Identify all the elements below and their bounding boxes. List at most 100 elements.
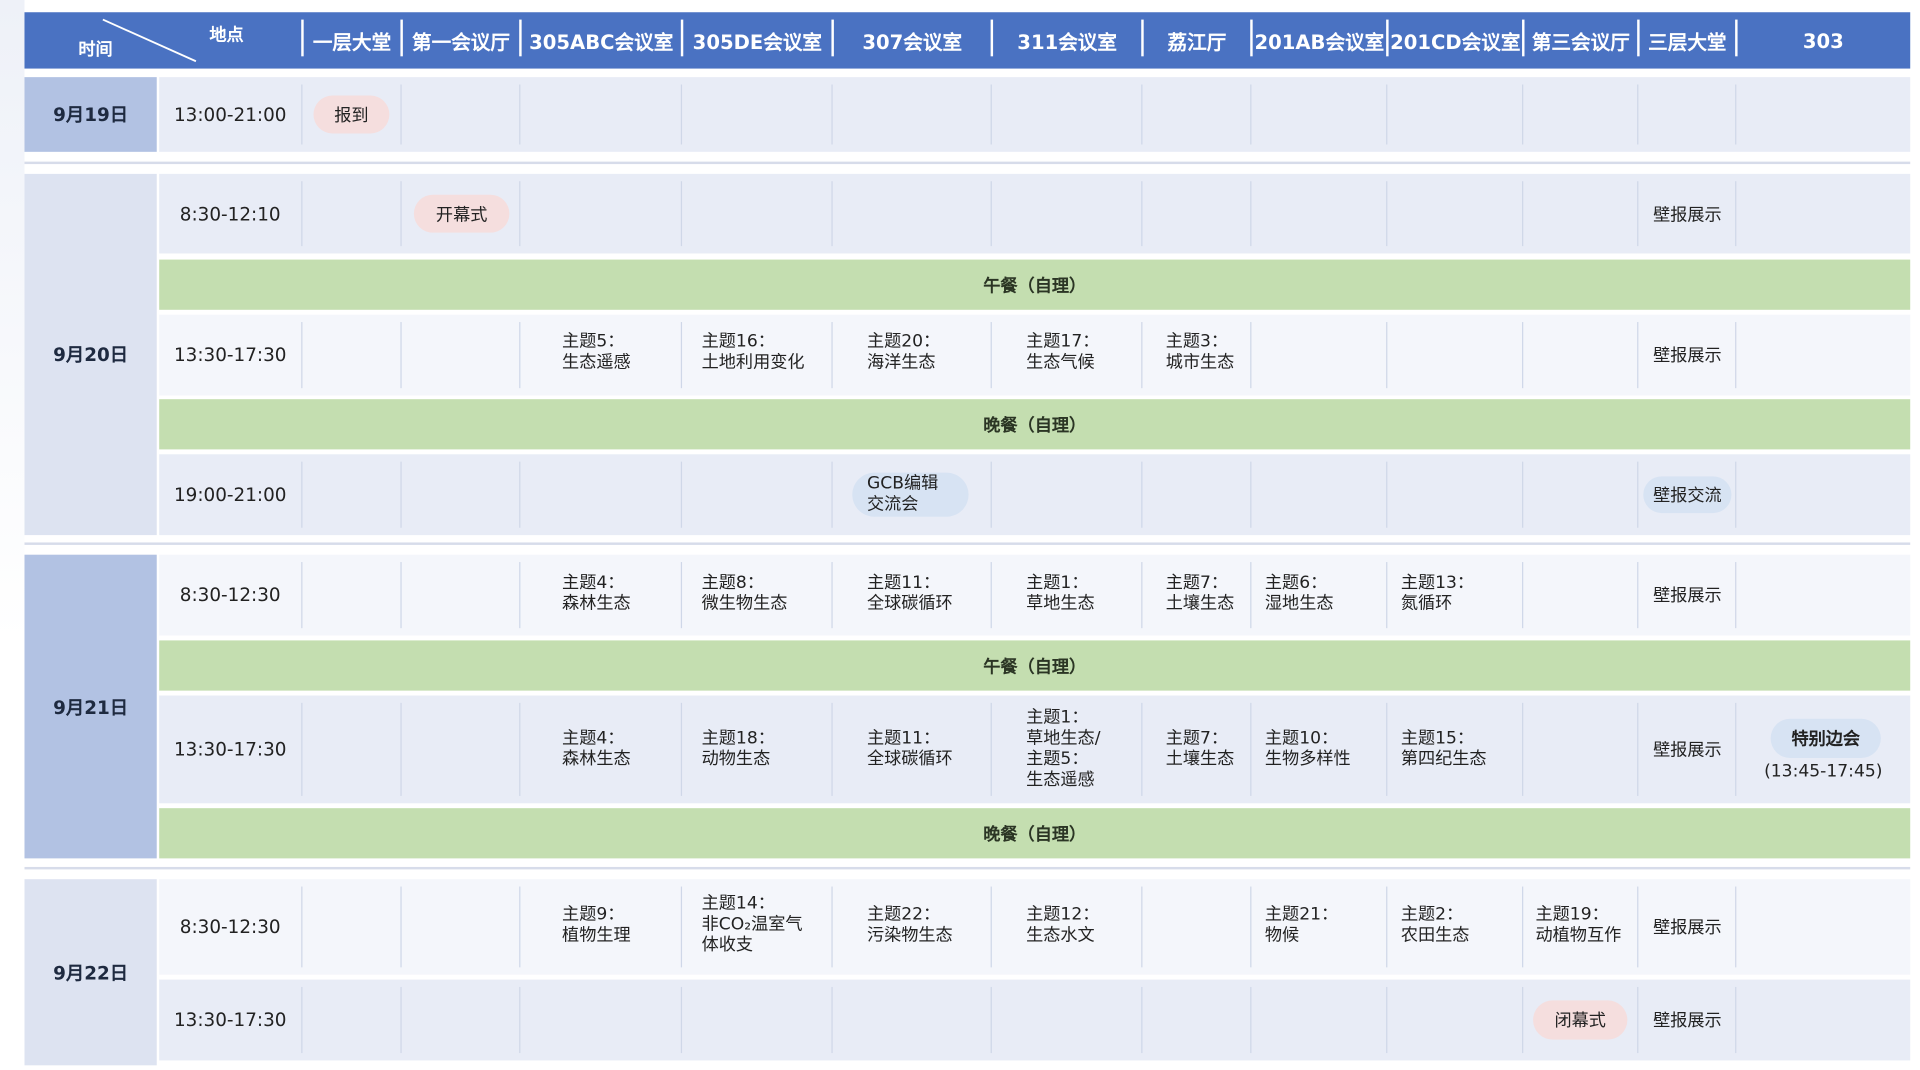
cell-divider: [831, 986, 833, 1054]
cell-divider: [680, 562, 683, 629]
cell-divider: [1141, 322, 1143, 389]
day-divider: [24, 161, 1911, 165]
date-0922: 9月22日: [24, 879, 157, 1066]
cell-divider: [301, 562, 303, 629]
header-separator: [1522, 19, 1525, 57]
time-slot: 8:30-12:10: [179, 202, 281, 225]
poster-display: 壁报展示: [1653, 740, 1722, 761]
session-label: 主题11： 全球碳循环: [866, 728, 953, 769]
header-time-label: 时间: [78, 40, 113, 61]
col-header-305de: 305DE会议室: [692, 30, 823, 54]
date-0920: 9月20日: [24, 173, 157, 536]
col-header-hall-1: 第一会议厅: [412, 30, 511, 54]
cell-divider: [301, 322, 303, 389]
cell-divider: [519, 986, 521, 1054]
cell-divider: [400, 562, 402, 629]
poster-display: 壁报展示: [1653, 586, 1722, 607]
cell-divider: [1522, 562, 1524, 629]
col-header-311: 311会议室: [1017, 30, 1117, 54]
cell-divider: [519, 84, 521, 145]
cell-divider: [1250, 84, 1252, 145]
date-0919: 9月19日: [24, 77, 157, 152]
cell-divider: [400, 322, 402, 389]
cell-divider: [1250, 986, 1252, 1054]
col-header-lijiang: 荔江厅: [1167, 30, 1227, 54]
cell-divider: [990, 562, 992, 629]
session-label: 主题13： 氮循环: [1400, 573, 1475, 614]
header-separator: [1735, 19, 1738, 57]
time-slot: 13:00-21:00: [173, 103, 287, 126]
header-separator: [1386, 19, 1389, 57]
day-divider: [24, 542, 1911, 545]
cell-divider: [301, 886, 303, 968]
cell-divider: [1386, 886, 1388, 968]
session-label: 主题1： 草地生态/主题5： 生态遥感: [1026, 707, 1101, 790]
cell-divider: [1386, 702, 1388, 796]
cell-divider: [1637, 461, 1639, 528]
cell-divider: [519, 322, 521, 389]
header-separator: [519, 19, 522, 57]
cell-divider: [1141, 562, 1143, 629]
registration-badge: 报到: [313, 95, 390, 134]
cell-divider: [1250, 886, 1252, 968]
row-0919: [159, 77, 1911, 152]
header-separator: [831, 19, 834, 57]
meal-dinner-0920: 晚餐（自理）: [159, 399, 1911, 450]
cell-divider: [1250, 461, 1252, 528]
col-header-307: 307会议室: [862, 30, 963, 54]
cell-divider: [680, 702, 683, 796]
cell-divider: [1250, 322, 1252, 389]
header-separator: [400, 19, 403, 57]
closing-ceremony-badge: 闭幕式: [1533, 1000, 1628, 1040]
cell-divider: [990, 84, 992, 145]
cell-divider: [1386, 322, 1388, 389]
cell-divider: [519, 886, 521, 968]
col-header-201cd: 201CD会议室: [1390, 30, 1521, 54]
schedule-table: 时间 地点 一层大堂 第一会议厅 305ABC会议室 305DE会议室 307会…: [0, 0, 1920, 1069]
cell-divider: [831, 562, 833, 629]
cell-divider: [1141, 702, 1143, 796]
col-header-303: 303: [1802, 28, 1844, 53]
time-slot: 8:30-12:30: [179, 584, 281, 607]
cell-divider: [990, 322, 992, 389]
cell-divider: [831, 84, 833, 145]
day-divider: [24, 866, 1911, 870]
cell-divider: [1522, 461, 1524, 528]
col-header-lobby-3f: 三层大堂: [1648, 30, 1727, 54]
session-label: 主题12： 生态水文: [1026, 904, 1100, 946]
session-label: 主题16： 土地利用变化: [701, 331, 805, 373]
cell-divider: [680, 986, 683, 1054]
gcb-editor-meeting-badge: GCB编辑 交流会: [852, 472, 969, 517]
header-separator: [1250, 19, 1253, 57]
cell-divider: [831, 181, 833, 247]
cell-divider: [1386, 84, 1388, 145]
time-slot: 8:30-12:30: [179, 915, 281, 938]
cell-divider: [1250, 181, 1252, 247]
special-side-meeting-badge: 特别边会: [1770, 718, 1881, 758]
cell-divider: [680, 461, 683, 528]
date-0921: 9月21日: [24, 554, 157, 859]
poster-display: 壁报展示: [1653, 346, 1722, 367]
cell-divider: [1522, 886, 1524, 968]
cell-divider: [831, 702, 833, 796]
cell-divider: [990, 181, 992, 247]
session-label: 主题4： 森林生态: [562, 728, 631, 769]
gcb-line-2: 交流会: [866, 494, 919, 515]
cell-divider: [1522, 84, 1524, 145]
cell-divider: [831, 886, 833, 968]
cell-divider: [1141, 84, 1143, 145]
session-label: 主题15： 第四纪生态: [1400, 728, 1487, 769]
cell-divider: [1141, 181, 1143, 247]
cell-divider: [680, 886, 683, 968]
background-decoration: [0, 0, 25, 1069]
cell-divider: [301, 84, 303, 145]
session-label: 主题8： 微生物生态: [701, 573, 788, 614]
header-separator: [680, 19, 684, 57]
session-label: 主题3： 城市生态: [1165, 331, 1235, 373]
cell-divider: [400, 986, 402, 1054]
cell-divider: [301, 986, 303, 1054]
col-header-201ab: 201AB会议室: [1254, 30, 1385, 54]
session-label: 主题22： 污染物生态: [866, 904, 953, 946]
cell-divider: [519, 702, 521, 796]
cell-divider: [400, 181, 402, 247]
